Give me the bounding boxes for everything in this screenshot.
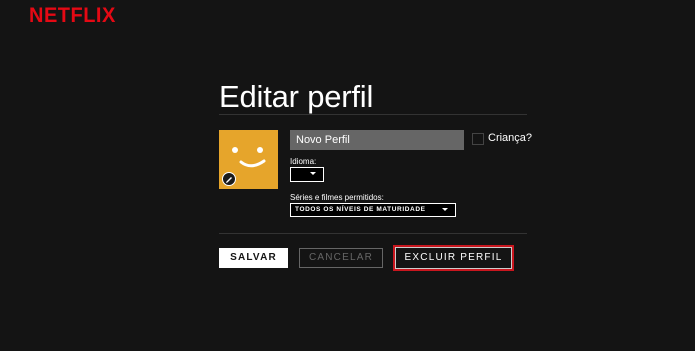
chevron-down-icon <box>442 208 448 211</box>
kids-label: Criança? <box>488 132 533 144</box>
form-divider <box>219 233 527 234</box>
maturity-select[interactable]: TODOS OS NÍVEIS DE MATURIDADE <box>290 203 456 217</box>
delete-profile-button[interactable]: EXCLUIR PERFIL <box>393 245 514 271</box>
save-button[interactable]: SALVAR <box>219 248 288 268</box>
pencil-icon[interactable] <box>222 172 236 186</box>
profile-avatar[interactable] <box>219 130 278 189</box>
page-title: Editar perfil <box>219 79 374 114</box>
cancel-button[interactable]: CANCELAR <box>299 248 383 268</box>
chevron-down-icon <box>310 172 316 175</box>
netflix-logo[interactable]: NETFLIX <box>29 4 116 28</box>
profile-name-input[interactable] <box>290 130 464 150</box>
maturity-label: Séries e filmes permitidos: <box>290 193 384 202</box>
maturity-selected-value: TODOS OS NÍVEIS DE MATURIDADE <box>295 206 426 213</box>
kids-checkbox[interactable] <box>472 133 484 145</box>
title-divider <box>219 114 527 115</box>
language-select[interactable] <box>290 167 324 182</box>
language-label: Idioma: <box>290 157 317 166</box>
